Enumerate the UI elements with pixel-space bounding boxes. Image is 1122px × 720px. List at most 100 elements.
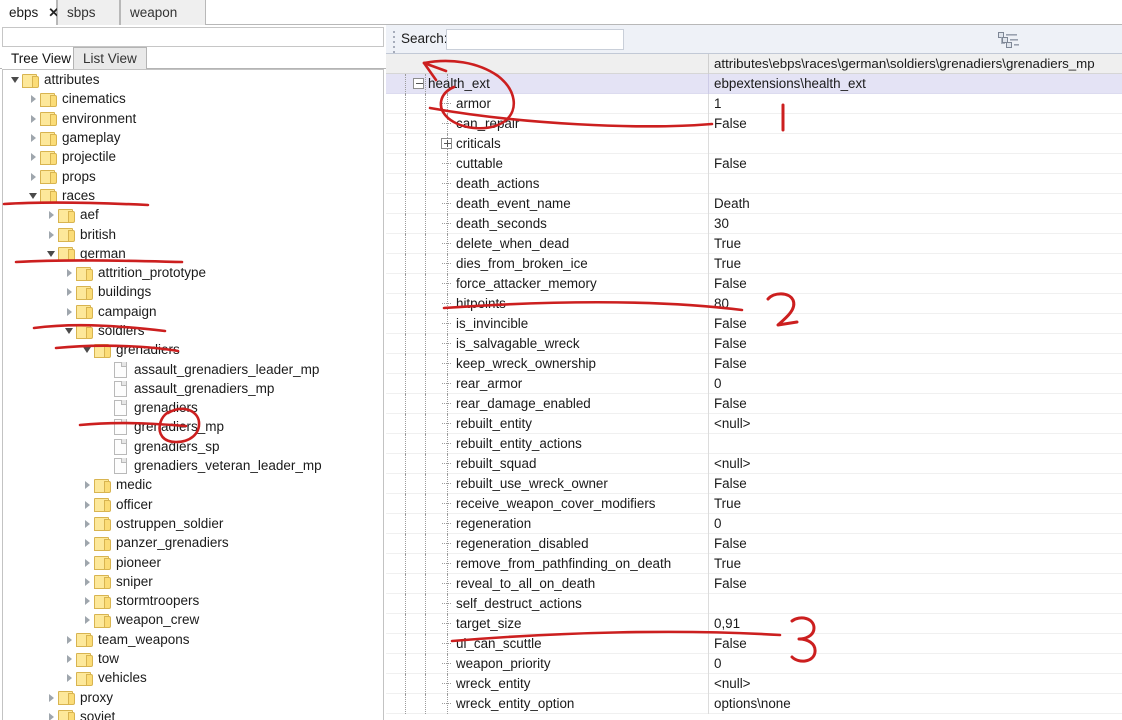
property-row[interactable]: rebuilt_entity <null> <box>386 414 1122 434</box>
chevron-down-icon[interactable] <box>27 186 40 205</box>
property-row[interactable]: keep_wreck_ownership False <box>386 354 1122 374</box>
property-row[interactable]: is_invincible False <box>386 314 1122 334</box>
chevron-right-icon[interactable] <box>63 668 76 687</box>
property-row[interactable]: ui_can_scuttle False <box>386 634 1122 654</box>
search-input[interactable] <box>446 29 624 50</box>
property-row[interactable]: rebuilt_squad <null> <box>386 454 1122 474</box>
property-value[interactable]: False <box>708 474 1122 494</box>
chevron-right-icon[interactable] <box>81 610 94 629</box>
property-row[interactable]: wreck_entity <null> <box>386 674 1122 694</box>
tree-filter-input[interactable] <box>2 27 384 47</box>
property-value[interactable] <box>708 174 1122 194</box>
property-value[interactable]: <null> <box>708 674 1122 694</box>
tree-item[interactable]: races <box>3 186 383 205</box>
property-row[interactable]: regeneration_disabled False <box>386 534 1122 554</box>
property-value[interactable]: 30 <box>708 214 1122 234</box>
expand-node-icon[interactable] <box>441 138 452 149</box>
property-value[interactable]: 0 <box>708 374 1122 394</box>
property-row[interactable]: hitpoints 80 <box>386 294 1122 314</box>
tree-item[interactable]: tow <box>3 649 383 668</box>
property-value[interactable]: <null> <box>708 454 1122 474</box>
property-row[interactable]: death_event_name Death <box>386 194 1122 214</box>
chevron-right-icon[interactable] <box>81 514 94 533</box>
property-value[interactable]: False <box>708 394 1122 414</box>
property-row[interactable]: wreck_entity_option options\none <box>386 694 1122 714</box>
chevron-right-icon[interactable] <box>27 89 40 108</box>
property-row[interactable]: receive_weapon_cover_modifiers True <box>386 494 1122 514</box>
property-value[interactable]: True <box>708 494 1122 514</box>
property-value[interactable] <box>708 134 1122 154</box>
property-value[interactable] <box>708 434 1122 454</box>
chevron-right-icon[interactable] <box>45 205 58 224</box>
property-row[interactable]: death_actions <box>386 174 1122 194</box>
tree-item[interactable]: gameplay <box>3 128 383 147</box>
tree-item[interactable]: grenadiers_sp <box>3 437 383 456</box>
chevron-right-icon[interactable] <box>63 302 76 321</box>
tree-item[interactable]: grenadiers_mp <box>3 417 383 436</box>
property-value[interactable]: 1 <box>708 94 1122 114</box>
property-row[interactable]: delete_when_dead True <box>386 234 1122 254</box>
chevron-right-icon[interactable] <box>81 475 94 494</box>
tree-item[interactable]: grenadiers <box>3 398 383 417</box>
property-row[interactable]: reveal_to_all_on_death False <box>386 574 1122 594</box>
property-value[interactable]: False <box>708 154 1122 174</box>
tree-item[interactable]: medic <box>3 475 383 494</box>
property-value[interactable] <box>708 594 1122 614</box>
chevron-down-icon[interactable] <box>81 340 94 359</box>
expand-tree-icon[interactable] <box>998 32 1020 49</box>
document-tab-weapon[interactable]: weapon <box>120 0 206 25</box>
property-row[interactable]: can_repair False <box>386 114 1122 134</box>
property-value[interactable]: 80 <box>708 294 1122 314</box>
tree-item[interactable]: assault_grenadiers_mp <box>3 379 383 398</box>
chevron-right-icon[interactable] <box>81 533 94 552</box>
property-row[interactable]: rear_damage_enabled False <box>386 394 1122 414</box>
property-row[interactable]: rebuilt_use_wreck_owner False <box>386 474 1122 494</box>
property-row[interactable]: criticals <box>386 134 1122 154</box>
property-value[interactable]: False <box>708 274 1122 294</box>
tree-item[interactable]: team_weapons <box>3 630 383 649</box>
collapse-node-icon[interactable] <box>413 78 424 89</box>
chevron-right-icon[interactable] <box>81 553 94 572</box>
tree-item[interactable]: proxy <box>3 688 383 707</box>
tree-item[interactable]: buildings <box>3 282 383 301</box>
property-row[interactable]: is_salvagable_wreck False <box>386 334 1122 354</box>
chevron-right-icon[interactable] <box>45 707 58 720</box>
tree-item[interactable]: panzer_grenadiers <box>3 533 383 552</box>
property-value[interactable]: False <box>708 114 1122 134</box>
tree-item[interactable]: british <box>3 224 383 243</box>
tree-item[interactable]: assault_grenadiers_leader_mp <box>3 359 383 378</box>
tree-item[interactable]: attrition_prototype <box>3 263 383 282</box>
property-row[interactable]: rear_armor 0 <box>386 374 1122 394</box>
toolbar-grip-handle[interactable] <box>391 31 396 53</box>
chevron-down-icon[interactable] <box>63 321 76 340</box>
tree-item[interactable]: vehicles <box>3 668 383 687</box>
chevron-down-icon[interactable] <box>9 70 22 89</box>
attribute-tree[interactable]: attributes cinematics environment gameplay p… <box>2 69 384 720</box>
tree-item[interactable]: sniper <box>3 572 383 591</box>
property-value[interactable]: False <box>708 534 1122 554</box>
tree-item[interactable]: stormtroopers <box>3 591 383 610</box>
property-row[interactable]: regeneration 0 <box>386 514 1122 534</box>
property-value[interactable]: True <box>708 254 1122 274</box>
chevron-right-icon[interactable] <box>27 167 40 186</box>
chevron-right-icon[interactable] <box>45 225 58 244</box>
tree-item[interactable]: german <box>3 244 383 263</box>
property-row[interactable]: target_size 0,91 <box>386 614 1122 634</box>
property-row[interactable]: remove_from_pathfinding_on_death True <box>386 554 1122 574</box>
property-value[interactable]: ebpextensions\health_ext <box>708 74 1122 94</box>
chevron-right-icon[interactable] <box>63 263 76 282</box>
tree-item[interactable]: grenadiers <box>3 340 383 359</box>
tree-item[interactable]: ostruppen_soldier <box>3 514 383 533</box>
property-row[interactable]: weapon_priority 0 <box>386 654 1122 674</box>
property-value[interactable]: False <box>708 634 1122 654</box>
property-value[interactable]: 0 <box>708 654 1122 674</box>
chevron-right-icon[interactable] <box>63 630 76 649</box>
tree-item[interactable]: environment <box>3 109 383 128</box>
tree-item[interactable]: grenadiers_veteran_leader_mp <box>3 456 383 475</box>
property-value[interactable]: 0 <box>708 514 1122 534</box>
property-grid[interactable]: attributes\ebps\races\german\soldiers\gr… <box>386 54 1122 720</box>
chevron-right-icon[interactable] <box>45 688 58 707</box>
chevron-right-icon[interactable] <box>81 591 94 610</box>
chevron-right-icon[interactable] <box>63 282 76 301</box>
property-value[interactable]: 0,91 <box>708 614 1122 634</box>
